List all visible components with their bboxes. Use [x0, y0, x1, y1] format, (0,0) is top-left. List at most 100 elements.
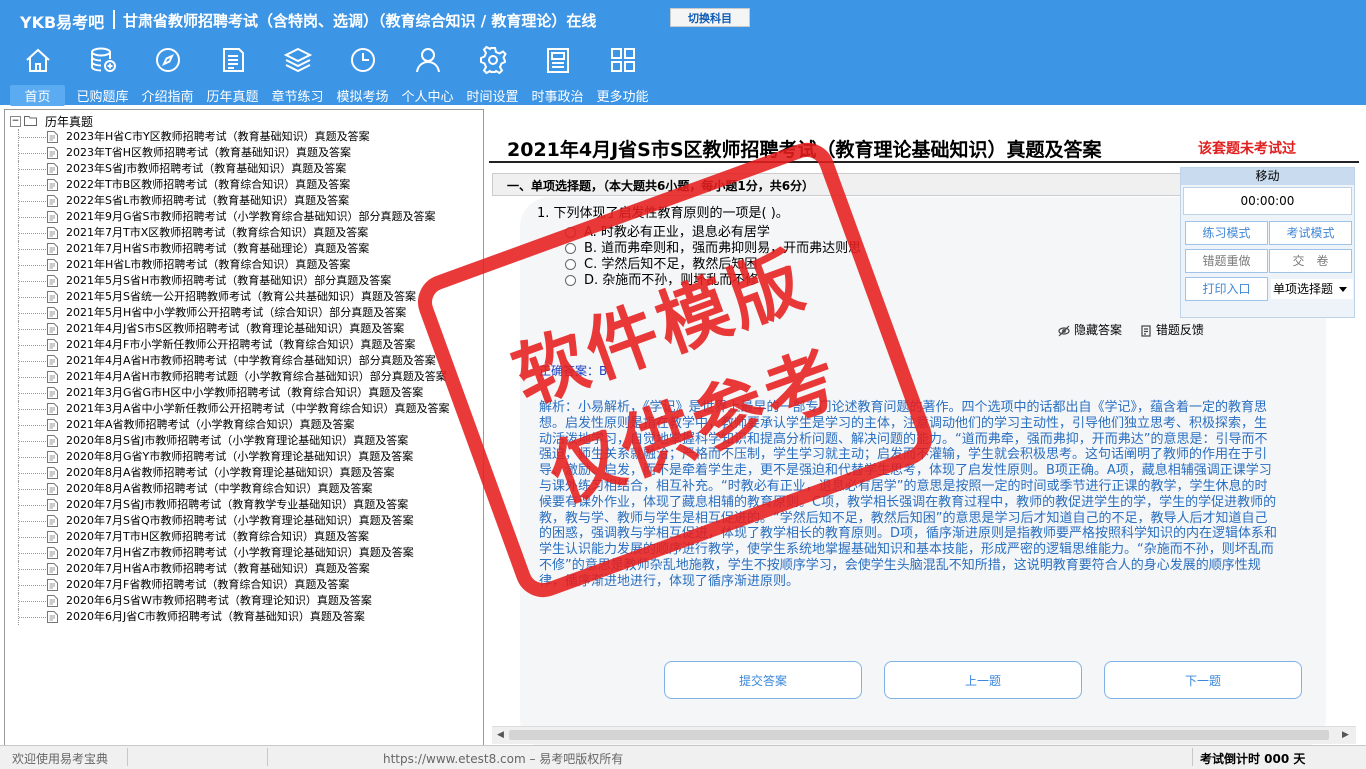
prev-question-button[interactable]: 上一题 [884, 661, 1082, 699]
submit-paper-button[interactable]: 交 卷 [1269, 249, 1352, 273]
horizontal-scrollbar[interactable]: ◀ ▶ [492, 726, 1356, 744]
scroll-left-icon[interactable]: ◀ [497, 730, 504, 740]
database-icon [90, 47, 116, 72]
question-tools: 隐藏答案 错题反馈 [1058, 321, 1218, 338]
document-edit-icon [47, 323, 58, 335]
tree-item[interactable]: 2020年8月A省教师招聘考试（中学教育综合知识）真题及答案 [5, 481, 483, 497]
switch-subject-button[interactable]: 切换科目 [670, 8, 750, 27]
tree-branch-line [19, 601, 46, 603]
tree-item[interactable]: 2021年9月G省S市教师招聘考试（小学教育综合基础知识）部分真题及答案 [5, 209, 483, 225]
tree-branch-line [19, 617, 46, 619]
tree-item-label: 2020年8月S省J市教师招聘考试（小学教育理论基础知识）真题及答案 [66, 434, 409, 447]
nav-item-past-papers[interactable]: 历年真题 [205, 45, 260, 105]
scroll-right-icon[interactable]: ▶ [1342, 730, 1349, 740]
document-edit-icon [47, 275, 58, 287]
submit-answer-button[interactable]: 提交答案 [664, 661, 862, 699]
tree-branch-line [19, 185, 46, 187]
tree-item-label: 2022年S省L市教师招聘考试（教育基础知识）真题及答案 [66, 194, 350, 207]
nav-label: 章节练习 [271, 90, 324, 105]
nav-item-time-settings[interactable]: 时间设置 [465, 45, 520, 105]
tree-item[interactable]: 2020年8月G省Y市教师招聘考试（小学教育理论基础知识）真题及答案 [5, 449, 483, 465]
tree-item[interactable]: 2023年S省J市教师招聘考试（教育基础知识）真题及答案 [5, 161, 483, 177]
tree-item[interactable]: 2022年T市B区教师招聘考试（教育综合知识）真题及答案 [5, 177, 483, 193]
tree-branch-line [19, 585, 46, 587]
tree-item[interactable]: 2021年3月A省中小学新任教师公开招聘考试（中学教育综合知识）真题及答案 [5, 401, 483, 417]
tree-item-label: 2021年A省教师招聘考试（小学教育综合知识）真题及答案 [66, 418, 355, 431]
nav-item-home[interactable]: 首页 [10, 45, 65, 106]
tree-item[interactable]: 2020年6月J省C市教师招聘考试（教育基础知识）真题及答案 [5, 609, 483, 625]
status-divider [127, 748, 128, 766]
scroll-thumb[interactable] [509, 730, 1329, 740]
tree-item[interactable]: 2020年7月H省A市教师招聘考试（教育基础知识）真题及答案 [5, 561, 483, 577]
tree-item[interactable]: 2021年5月S省H市教师招聘考试（教育基础知识）部分真题及答案 [5, 273, 483, 289]
clock-icon [350, 48, 375, 72]
option-d[interactable]: D. 杂施而不孙，则坏乱而不修 [565, 269, 758, 288]
tree-branch-line [19, 233, 46, 235]
tree-item[interactable]: 2020年7月S省J市教师招聘考试（教育教学专业基础知识）真题及答案 [5, 497, 483, 513]
print-button[interactable]: 打印入口 [1185, 277, 1268, 301]
tree-item[interactable]: 2021年4月A省H市教师招聘考试题（小学教育综合基础知识）部分真题及答案 [5, 369, 483, 385]
exam-mode-button[interactable]: 考试模式 [1269, 221, 1352, 245]
document-edit-icon [47, 339, 58, 351]
welcome-text: 欢迎使用易考宝典 [12, 752, 109, 766]
radio-button[interactable] [565, 275, 576, 286]
tree-item[interactable]: 2021年7月T市X区教师招聘考试（教育综合知识）真题及答案 [5, 225, 483, 241]
tree-item-label: 2020年7月F省教师招聘考试（教育综合知识）真题及答案 [66, 578, 350, 591]
option-a[interactable]: A. 时教必有正业，退息必有居学 [565, 221, 770, 240]
nav-item-more[interactable]: 更多功能 [595, 45, 650, 105]
tree-item[interactable]: 2021年4月A省H市教师招聘考试（中学教育综合基础知识）部分真题及答案 [5, 353, 483, 369]
app-title: 甘肃省教师招聘考试（含特岗、选调）（教育综合知识 / 教育理论）在线 [123, 12, 597, 30]
tree-item[interactable]: 2021年H省L市教师招聘考试（教育综合知识）真题及答案 [5, 257, 483, 273]
nav-item-purchased[interactable]: 已购题库 [75, 45, 130, 105]
tree-item[interactable]: 2021年7月H省S市教师招聘考试（教育基础理论）真题及答案 [5, 241, 483, 257]
nav-item-current-affairs[interactable]: 时事政治 [530, 45, 585, 105]
tree-item[interactable]: 2021年A省教师招聘考试（小学教育综合知识）真题及答案 [5, 417, 483, 433]
question-type-select[interactable]: 单项选择题 [1271, 279, 1353, 299]
nav-label: 更多功能 [596, 90, 649, 105]
document-edit-icon [47, 291, 58, 303]
tree-item[interactable]: 2022年S省L市教师招聘考试（教育基础知识）真题及答案 [5, 193, 483, 209]
tree-item[interactable]: 2021年5月S省统一公开招聘教师考试（教育公共基础知识）真题及答案 [5, 289, 483, 305]
tree-branch-line [19, 297, 46, 299]
tree-item-label: 2021年9月G省S市教师招聘考试（小学教育综合基础知识）部分真题及答案 [66, 210, 436, 223]
report-error-button[interactable]: 错题反馈 [1140, 321, 1204, 338]
tree-item[interactable]: 2023年H省C市Y区教师招聘考试（教育基础知识）真题及答案 [5, 129, 483, 145]
status-bar: 欢迎使用易考宝典 https://www.etest8.com – 易考吧版权所… [0, 745, 1366, 769]
nav-item-chapter[interactable]: 章节练习 [270, 45, 325, 105]
nav-item-guide[interactable]: 介绍指南 [140, 45, 195, 105]
next-question-button[interactable]: 下一题 [1104, 661, 1302, 699]
tree-item[interactable]: 2020年8月A省教师招聘考试（小学教育理论基础知识）真题及答案 [5, 465, 483, 481]
nav-item-profile[interactable]: 个人中心 [400, 45, 455, 105]
control-drag-handle[interactable]: 移动 [1181, 168, 1354, 185]
redo-wrong-button[interactable]: 错题重做 [1185, 249, 1268, 273]
tree-item[interactable]: 2021年4月F市小学新任教师公开招聘考试（教育综合知识）真题及答案 [5, 337, 483, 353]
document-edit-icon [47, 259, 58, 271]
document-edit-icon [47, 531, 58, 543]
document-edit-icon [47, 515, 58, 527]
nav-item-mock-exam[interactable]: 模拟考场 [335, 45, 390, 105]
tree-branch-line [19, 489, 46, 491]
gear-icon [479, 45, 507, 75]
tree-item[interactable]: 2021年5月H省中小学教师公开招聘考试（综合知识）部分真题及答案 [5, 305, 483, 321]
collapse-toggle[interactable]: − [10, 116, 21, 127]
tree-branch-line [19, 553, 46, 555]
answer-analysis: 解析：小易解析，《学记》是世界上最早的一部专门论述教育问题的著作。四个选项中的话… [539, 400, 1278, 589]
report-error-label: 错题反馈 [1155, 323, 1204, 337]
tree-item[interactable]: 2020年6月S省W市教师招聘考试（教育理论知识）真题及答案 [5, 593, 483, 609]
tree-item[interactable]: 2020年8月S省J市教师招聘考试（小学教育理论基础知识）真题及答案 [5, 433, 483, 449]
option-c[interactable]: C. 学然后知不足，教然后知困 [565, 253, 757, 272]
tree-item[interactable]: 2020年7月S省Q市教师招聘考试（小学教育理论基础知识）真题及答案 [5, 513, 483, 529]
document-edit-icon [47, 435, 58, 447]
practice-mode-button[interactable]: 练习模式 [1185, 221, 1268, 245]
tree-item[interactable]: 2020年7月T市H区教师招聘考试（教育综合知识）真题及答案 [5, 529, 483, 545]
tree-item[interactable]: 2021年3月G省G市H区中小学教师招聘考试（教育综合知识）真题及答案 [5, 385, 483, 401]
title-underline [489, 161, 1359, 163]
tree-item[interactable]: 2023年T省H区教师招聘考试（教育基础知识）真题及答案 [5, 145, 483, 161]
tree-item[interactable]: 2020年7月H省Z市教师招聘考试（小学教育理论基础知识）真题及答案 [5, 545, 483, 561]
tree-item[interactable]: 2021年4月J省S市S区教师招聘考试（教育理论基础知识）真题及答案 [5, 321, 483, 337]
option-b[interactable]: B. 道而弗牵则和，强而弗抑则易，开而弗达则思 [565, 237, 861, 256]
hide-answer-button[interactable]: 隐藏答案 [1058, 321, 1122, 338]
tree-item-label: 2021年7月H省S市教师招聘考试（教育基础理论）真题及答案 [66, 242, 370, 255]
correct-answer: 正确答案：B [539, 364, 608, 378]
tree-item[interactable]: 2020年7月F省教师招聘考试（教育综合知识）真题及答案 [5, 577, 483, 593]
